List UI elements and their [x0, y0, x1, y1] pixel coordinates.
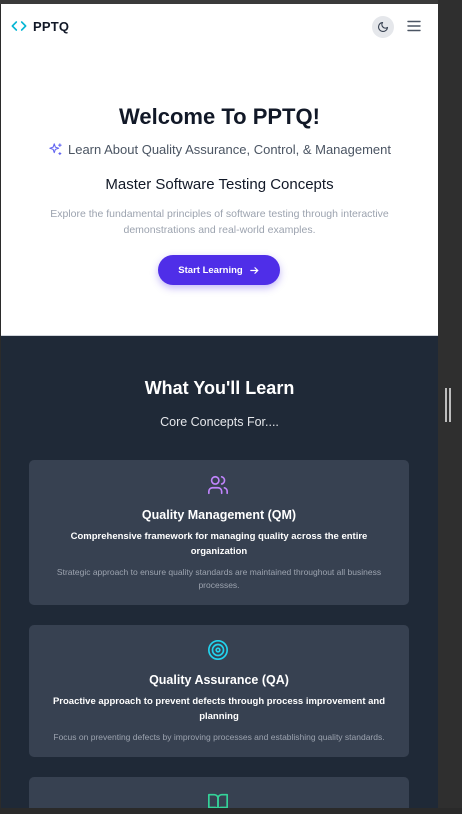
card-detail: Focus on preventing defects by improving…: [53, 732, 385, 742]
users-icon: [208, 475, 228, 495]
hero-tagline-text: Learn About Quality Assurance, Control, …: [67, 142, 392, 157]
brand-logo[interactable]: PPTQ: [11, 18, 69, 34]
brand-name: PPTQ: [33, 18, 70, 34]
moon-icon: [377, 21, 389, 33]
concept-card-qa[interactable]: Quality Assurance (QA) Proactive approac…: [29, 625, 409, 757]
card-detail: Strategic approach to ensure quality sta…: [56, 567, 382, 590]
start-learning-button[interactable]: Start Learning: [158, 255, 280, 285]
hamburger-menu-icon: [407, 20, 421, 32]
scrollbar-thumb[interactable]: [445, 388, 451, 422]
learn-title: What You'll Learn: [144, 378, 295, 398]
hero-subtitle: Master Software Testing Concepts: [105, 176, 334, 193]
arrow-right-icon: [249, 266, 259, 274]
hero-title: Welcome To PPTQ!: [119, 104, 320, 129]
site-header: PPTQ: [1, 4, 438, 48]
hero-tagline: Learn About Quality Assurance, Control, …: [1, 142, 438, 157]
page-viewport: PPTQ Welcome To PPTQ! Learn About Qualit…: [1, 4, 438, 808]
card-title: Quality Assurance (QA): [149, 673, 289, 687]
window-bottom-edge: [0, 808, 462, 814]
card-title: Quality Management (QM): [141, 508, 297, 522]
learn-subtitle: Core Concepts For....: [160, 415, 279, 429]
hero-description: Explore the fundamental principles of so…: [50, 208, 389, 236]
code-brackets-icon: [11, 21, 27, 31]
sparkles-icon: [49, 143, 62, 156]
start-learning-label: Start Learning: [178, 264, 243, 276]
concept-card-qc[interactable]: [29, 777, 409, 808]
learn-section: What You'll Learn Core Concepts For.... …: [1, 336, 438, 808]
target-icon: [208, 640, 228, 660]
theme-toggle-button[interactable]: [372, 16, 394, 38]
card-lead: Comprehensive framework for managing qua…: [70, 531, 368, 557]
concept-card-qm[interactable]: Quality Management (QM) Comprehensive fr…: [29, 460, 409, 605]
menu-button[interactable]: [407, 19, 421, 33]
book-open-icon: [208, 793, 228, 808]
hero-section: Welcome To PPTQ! Learn About Quality Ass…: [1, 48, 438, 335]
card-lead: Proactive approach to prevent defects th…: [52, 696, 386, 722]
